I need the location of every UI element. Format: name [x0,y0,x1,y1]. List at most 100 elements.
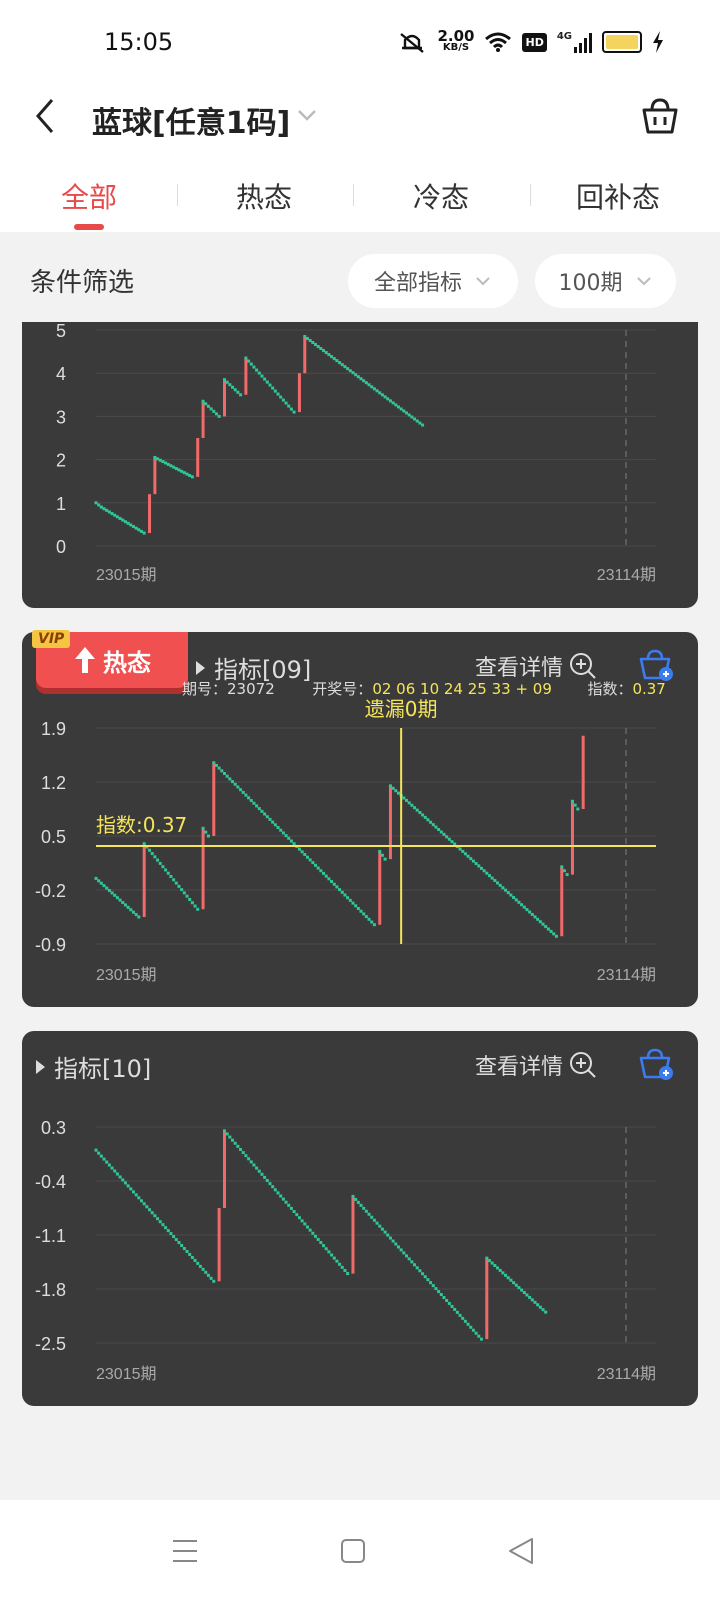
down-dot [541,922,545,926]
down-dot [479,866,483,870]
menu-icon[interactable] [172,1538,198,1564]
down-dot [99,881,103,885]
down-dot [102,1157,106,1161]
down-dot [388,784,392,788]
add-to-basket-icon[interactable] [638,648,674,682]
indicator-chart[interactable]: 5 4 3 2 1 0 23015期 23114期 [22,322,698,608]
back-arrow-icon[interactable] [34,96,58,136]
down-dot [129,523,133,527]
down-dot [292,410,296,414]
down-dot [236,390,240,394]
down-dot [180,469,184,473]
down-dot [442,1296,446,1300]
down-dot [142,1202,146,1206]
down-dot [145,1205,149,1209]
down-dot [383,395,387,399]
y-tick-label: 3 [56,407,66,427]
down-dot [279,395,283,399]
down-dot [158,458,162,462]
down-dot [204,1270,208,1274]
back-icon[interactable] [508,1537,534,1565]
down-dot [520,903,524,907]
tab-divider [177,184,178,206]
down-dot [284,1200,288,1204]
down-dot [150,1211,154,1215]
down-dot [239,1147,243,1151]
period-select[interactable]: 100期 [535,254,676,308]
down-dot [413,417,417,421]
draw-label: 开奖号： [312,680,373,698]
down-dot [530,1298,534,1302]
down-dot [496,1266,500,1270]
y-tick-label: 1.9 [41,719,66,739]
down-dot [99,505,103,509]
indicator-card-09: 1.9 1.2 0.5 -0.2 -0.9 23015期 23114期 指数:0.37 遗漏0期… [22,630,698,1007]
indicator-chart[interactable]: 0.3 -0.4 -1.1 -1.8 -2.5 23015期 23114期 [22,1031,698,1406]
down-dot [388,1236,392,1240]
down-dot [180,888,184,892]
down-dot [437,1290,441,1294]
down-dot [372,923,376,927]
down-dot [335,1259,339,1263]
down-dot [517,1286,521,1290]
down-dot [423,815,427,819]
down-dot [148,1208,152,1212]
add-to-basket-icon[interactable] [638,1047,674,1081]
tab-cold[interactable]: 冷态 [413,176,469,216]
indicator-toggle[interactable]: 指标[10] [34,1049,151,1084]
down-dot [284,401,288,405]
down-dot [322,871,326,875]
basket-icon[interactable] [640,96,680,136]
down-dot [576,807,580,811]
y-tick-label: -1.1 [35,1226,66,1246]
tab-rebound[interactable]: 回补态 [576,176,660,216]
down-dot [110,512,114,516]
down-dot [370,385,374,389]
tab-all[interactable]: 全部 [61,176,117,216]
down-dot [115,1172,119,1176]
chevron-down-icon[interactable] [296,104,318,126]
down-dot [303,853,307,857]
down-dot [442,832,446,836]
down-dot [217,414,221,418]
tab-hot[interactable]: 热态 [236,176,292,216]
tab-bar: 全部 热态 冷态 回补态 [0,158,720,232]
down-dot [391,1239,395,1243]
view-detail-button[interactable]: 查看详情 [475,1049,597,1081]
down-dot [102,507,106,511]
home-icon[interactable] [340,1538,366,1564]
network-speed: 2.00 KB/S [437,27,475,54]
down-dot [214,763,218,767]
down-dot [212,761,216,765]
page-title[interactable]: 蓝球[任意1码] [92,98,290,142]
down-dot [244,356,248,360]
down-dot [504,888,508,892]
down-dot [316,345,320,349]
down-dot [126,521,130,525]
down-dot [196,1261,200,1265]
down-dot [231,780,235,784]
down-dot [426,1278,430,1282]
y-tick-label: 0 [56,537,66,557]
down-dot [458,847,462,851]
down-dot [407,413,411,417]
down-dot [348,898,352,902]
down-dot [324,874,328,878]
down-dot [562,869,566,873]
down-dot [177,1241,181,1245]
down-dot [367,1212,371,1216]
down-dot [281,831,285,835]
indicator-select[interactable]: 全部指标 [348,254,518,308]
indicator-card-1: 5 4 3 2 1 0 23015期 23114期 [22,322,698,608]
down-dot [292,1210,296,1214]
down-dot [388,399,392,403]
down-dot [305,1225,309,1229]
down-dot [142,531,146,535]
down-dot [311,341,315,345]
period-label: 期号： [182,680,228,698]
down-dot [305,855,309,859]
down-dot [514,898,518,902]
down-dot [158,861,162,865]
down-dot [405,1254,409,1258]
down-dot [273,823,277,827]
